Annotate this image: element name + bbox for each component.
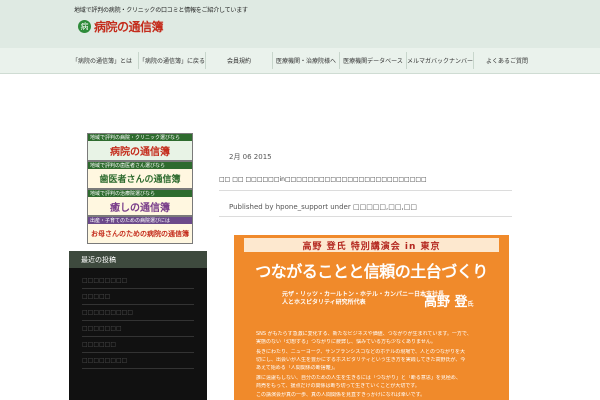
poster-body-line: 長きにわたり、ニューヨーク、サンフランシスコなどのホテルの現場で、人とのつながり… — [256, 349, 465, 355]
divider — [82, 304, 194, 305]
sidebar-list: □□□□□□□□ □□□□□ □□□□□□□□□ □□□□□□□ □□□□□□ … — [69, 268, 207, 400]
sidebar-item-label: □□□□□□□ — [82, 325, 122, 332]
speaker-name: 高野 登 — [424, 295, 468, 310]
nav-item-faq[interactable]: よくあるご質問 — [474, 48, 540, 73]
logo-mark-icon: 病 — [78, 19, 91, 33]
post-title[interactable]: □□ □□ □□□□□□in□□□□□□□□□□□□□□□□□□□□□□□□□ — [219, 176, 427, 183]
banner-caption: 地域で評判の治療院選びなら — [88, 190, 192, 197]
nav-item-return[interactable]: 「病院の通信簿」に戻る — [139, 48, 205, 73]
banner-title: 病院の通信簿 — [110, 147, 170, 158]
post-date: 2月 06 2015 — [229, 153, 272, 161]
sidebar-item-label: □□□□□□□□□ — [82, 309, 134, 316]
site-logo[interactable]: 病 病院の通信簿 — [78, 18, 164, 34]
banner-dentist[interactable]: 地域で評判の歯医者さん選びなら 歯医者さんの通信簿 — [87, 161, 193, 189]
site-tagline: 地域で評判の病院・クリニックの口コミと情報をご紹介しています — [74, 7, 248, 14]
banner-title: お母さんのための病院の通信簿 — [91, 229, 189, 238]
poster-speaker: 高野 登氏 — [424, 291, 474, 310]
divider — [82, 288, 194, 289]
banner-hospital[interactable]: 地域で評判の病院・クリニック選びなら 病院の通信簿 — [87, 133, 193, 161]
poster-body-line: 誰に遠慮もしない、自分のための人生を生きるには「つながり」と「断る意思」を見極め… — [256, 375, 461, 381]
divider — [82, 320, 194, 321]
divider — [219, 190, 512, 191]
poster-title: つながることと信頼の土台づくり — [255, 262, 488, 281]
speaker-suffix: 氏 — [467, 301, 474, 308]
nav-item-terms[interactable]: 会員規約 — [206, 48, 272, 73]
site-banners: 地域で評判の病院・クリニック選びなら 病院の通信簿 地域で評判の歯医者さん選びな… — [87, 133, 193, 244]
banner-title: 歯医者さんの通信簿 — [99, 175, 181, 185]
poster-body-line: 商売をもって、援点だけの関係は断ち切って生きていくことが大切です。 — [256, 383, 420, 389]
nav-item-about[interactable]: 「病院の通信簿」とは — [66, 48, 138, 73]
banner-caption: 出産・子育てのための病院選びには — [88, 217, 192, 224]
divider — [82, 336, 194, 337]
divider — [82, 368, 194, 369]
sidebar-item-label: □□□□□□□□ — [82, 357, 128, 364]
poster-body-line: あえて始める「人間関係の断捨離」。 — [256, 365, 339, 371]
poster-subtitle: 人とホスピタリティ研究所代表 — [282, 299, 366, 306]
sidebar-item-label: □□□□□□ — [82, 341, 117, 348]
nav-item-newsletter[interactable]: メルマガバックナンバー — [407, 48, 473, 73]
divider — [219, 216, 512, 217]
post-meta: Published by hpone_support under □□□□□,□… — [229, 203, 417, 211]
banner-caption: 地域で評判の病院・クリニック選びなら — [88, 134, 192, 141]
banner-caption: 地域で評判の歯医者さん選びなら — [88, 162, 192, 169]
banner-title: 癒しの通信簿 — [110, 202, 170, 214]
poster-body-line: この講演会が真の一歩、真の人間関係を見直すきっかけになれば幸いです。 — [256, 392, 426, 398]
poster-ribbon: 高野 登氏 特別講演会 in 東京 — [244, 238, 499, 252]
site-header: 地域で評判の病院・クリニックの口コミと情報をご紹介しています 病 病院の通信簿 — [0, 0, 600, 48]
banner-healing[interactable]: 地域で評判の治療院選びなら 癒しの通信簿 — [87, 189, 193, 216]
sidebar-item-label: □□□□□□□□ — [82, 277, 128, 284]
event-poster-image: 高野 登氏 特別講演会 in 東京 つながることと信頼の土台づくり 元ザ・リッツ… — [234, 235, 509, 400]
main-nav: 「病院の通信簿」とは 「病院の通信簿」に戻る 会員規約 医療機関・治療院様へ 医… — [0, 48, 600, 74]
logo-text: 病院の通信簿 — [94, 19, 164, 34]
sidebar-item-label: □□□□□ — [82, 293, 111, 300]
nav-item-database[interactable]: 医療機関データベース — [340, 48, 406, 73]
divider — [82, 352, 194, 353]
banner-mother[interactable]: 出産・子育てのための病院選びには お母さんのための病院の通信簿 — [87, 216, 193, 244]
nav-item-for-medical[interactable]: 医療機関・治療院様へ — [273, 48, 339, 73]
poster-body-line: 切にし、出会いが人生を豊かにするホスピタリティという生き方を実践してきた高野氏が… — [256, 357, 466, 363]
poster-body-line: SNS がもたらす急激に変化する、新たなビジネスや価値、つながりが生まれています… — [256, 331, 472, 337]
sidebar-title: 最近の投稿 — [69, 251, 207, 268]
poster-body-line: 実態のない「幻想する」つながりに疲弊し、悩みている方も少なくありません。 — [256, 339, 436, 345]
